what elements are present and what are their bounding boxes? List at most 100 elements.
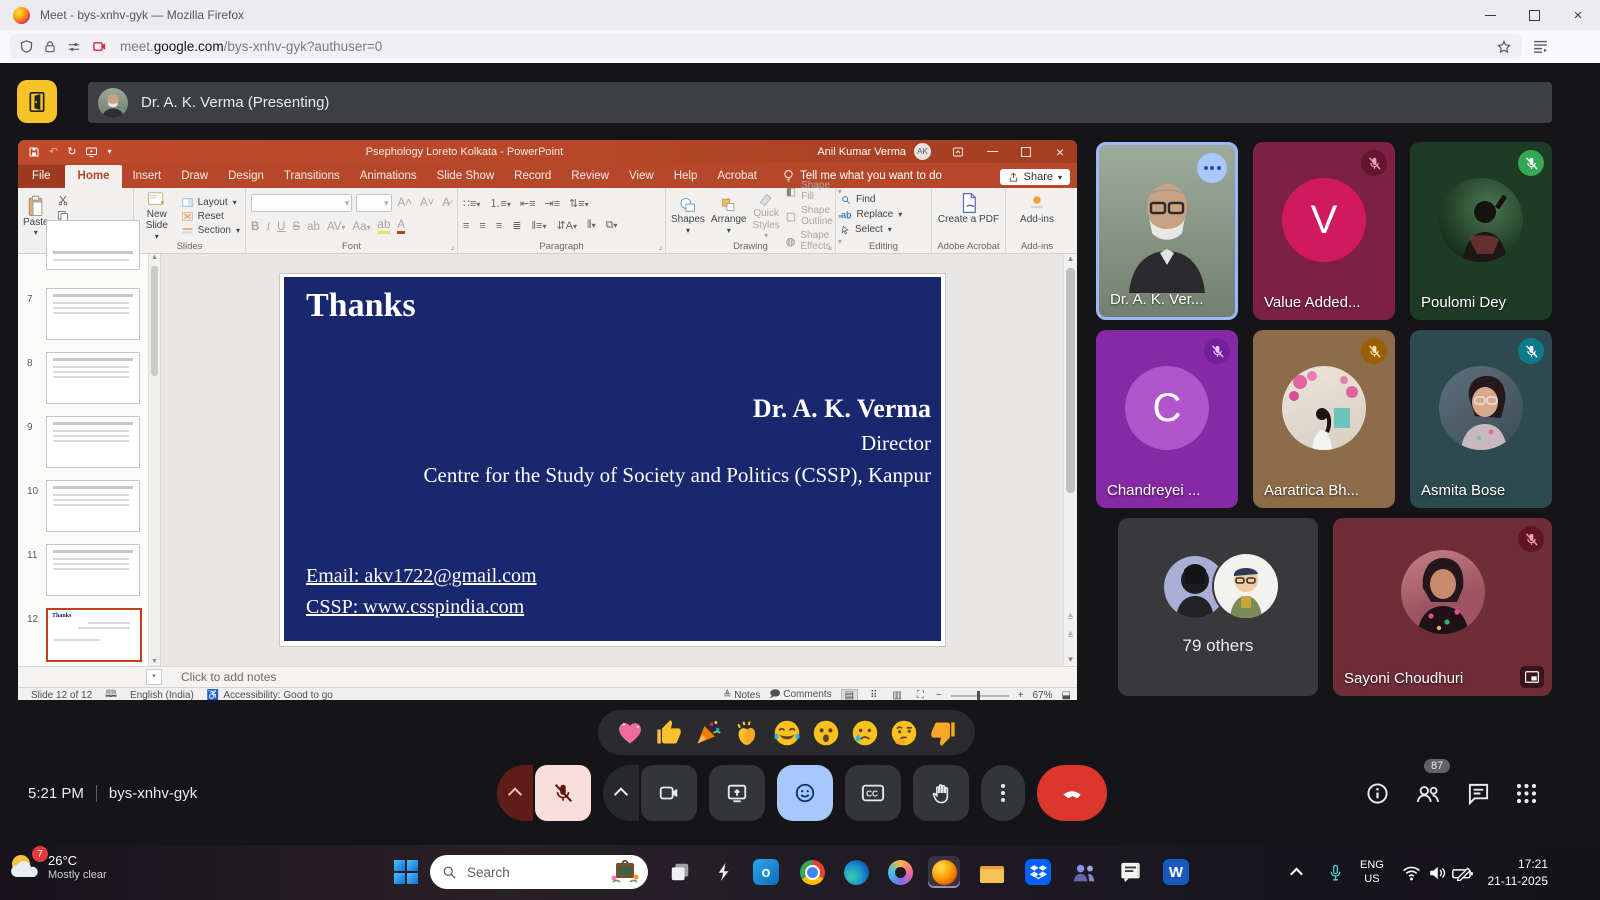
highlight-color-button[interactable]: ab xyxy=(378,219,391,234)
status-slide-number[interactable]: Slide 12 of 12 xyxy=(31,690,92,700)
justify-icon[interactable]: ≣ xyxy=(512,219,521,232)
font-name-select[interactable]: ▾ xyxy=(251,194,352,212)
grow-font-icon[interactable]: A˄ xyxy=(396,197,414,209)
align-text-icon[interactable]: ⫴▾ xyxy=(587,219,596,232)
thumbs-up-reaction-icon[interactable] xyxy=(655,719,683,747)
ppt-notes-bar[interactable]: ▾ Click to add notes xyxy=(18,666,1077,687)
activities-icon[interactable] xyxy=(1516,783,1537,804)
undo-icon[interactable]: ↶ xyxy=(49,145,58,158)
taskbar-app-edge[interactable] xyxy=(840,856,872,888)
next-slide-button[interactable]: ≙ xyxy=(1064,631,1077,640)
create-pdf-button[interactable]: Create a PDF xyxy=(937,192,1000,226)
cry-reaction-icon[interactable] xyxy=(851,719,879,747)
underline-button[interactable]: U xyxy=(277,221,285,233)
fit-slide-icon[interactable]: ⬓ xyxy=(1062,690,1071,700)
taskbar-app-word[interactable]: W xyxy=(1160,856,1192,888)
tab-transitions[interactable]: Transitions xyxy=(274,165,350,188)
window-close-button[interactable]: × xyxy=(1556,0,1600,30)
thumbnail-slide-9[interactable] xyxy=(46,416,140,468)
font-dialog-launcher[interactable]: ⌟ xyxy=(450,242,454,251)
spellcheck-icon[interactable]: 🕮 xyxy=(105,687,117,700)
heart-reaction-icon[interactable] xyxy=(616,719,644,747)
accessibility-icon[interactable]: ♿ xyxy=(207,690,219,700)
url-text[interactable]: meet.google.com/bys-xnhv-gyk?authuser=0 xyxy=(120,39,382,54)
ppt-account-name[interactable]: Anil Kumar Verma xyxy=(817,146,906,158)
zoom-level[interactable]: 67% xyxy=(1033,690,1053,700)
taskbar-app-explorer[interactable] xyxy=(976,856,1008,888)
tab-file[interactable]: File xyxy=(18,165,65,188)
slide-area-scrollbar[interactable]: ▲ ≜ ≙ ▼ xyxy=(1063,254,1077,666)
text-direction-icon[interactable]: ⇵A▾ xyxy=(556,219,577,232)
mic-options-chevron[interactable] xyxy=(497,765,533,821)
raise-hand-button[interactable] xyxy=(913,765,969,821)
quick-styles-button[interactable]: Quick Styles▾ xyxy=(753,191,780,240)
ppt-account-avatar[interactable]: AK xyxy=(914,143,931,160)
bold-button[interactable]: B xyxy=(251,221,259,233)
increase-indent-icon[interactable]: ⇥≡ xyxy=(545,197,561,210)
mic-toggle-button[interactable] xyxy=(535,765,591,821)
thumbnail-slide-8[interactable] xyxy=(46,352,140,404)
share-button[interactable]: Share▾ xyxy=(1000,169,1070,185)
shadow-button[interactable]: ab xyxy=(307,221,320,233)
add-ins-button[interactable]: Add-ins xyxy=(1011,192,1063,226)
ppt-minimize-button[interactable] xyxy=(975,140,1009,163)
permissions-icon[interactable] xyxy=(66,40,82,54)
reset-button[interactable]: Reset xyxy=(182,211,240,222)
redo-icon[interactable]: ↻ xyxy=(67,145,76,158)
slide-thumbnail-panel[interactable]: 7 8 9 10 11 12 Thanks ▲▼ xyxy=(18,254,161,666)
char-spacing-button[interactable]: AV▾ xyxy=(327,221,346,233)
tray-volume-icon[interactable] xyxy=(1428,845,1446,900)
font-color-button[interactable]: A xyxy=(397,219,405,234)
start-slideshow-icon[interactable] xyxy=(85,146,98,158)
present-button[interactable] xyxy=(709,765,765,821)
status-comments-toggle[interactable]: 🗩 Comments xyxy=(769,687,831,700)
taskbar-app-messaging[interactable] xyxy=(1114,856,1146,888)
zoom-in-icon[interactable]: + xyxy=(1018,690,1024,700)
zoom-slider[interactable] xyxy=(951,695,1009,697)
tab-help[interactable]: Help xyxy=(664,165,708,188)
ribbon-display-options-icon[interactable] xyxy=(941,140,975,163)
thumbnail-slide-11[interactable] xyxy=(46,544,140,596)
tile-asmita-bose[interactable]: Asmita Bose xyxy=(1410,330,1552,508)
reading-view-icon[interactable]: ▥ xyxy=(889,690,904,700)
laugh-reaction-icon[interactable] xyxy=(773,719,801,747)
tab-design[interactable]: Design xyxy=(218,165,274,188)
tab-draw[interactable]: Draw xyxy=(171,165,218,188)
window-maximize-button[interactable] xyxy=(1512,0,1556,30)
tab-insert[interactable]: Insert xyxy=(122,165,171,188)
tab-review[interactable]: Review xyxy=(561,165,619,188)
sidebar-toggle-icon[interactable] xyxy=(1532,38,1549,55)
replace-button[interactable]: ab̲Replace▾ xyxy=(841,209,926,220)
tray-battery-pen-icon[interactable] xyxy=(1452,845,1474,900)
strikethrough-button[interactable]: S xyxy=(292,221,300,233)
align-right-icon[interactable]: ≡ xyxy=(496,220,502,232)
tray-wifi-icon[interactable] xyxy=(1402,845,1421,900)
shape-fill-button[interactable]: ◧Shape Fill▾ xyxy=(786,180,842,202)
taskbar-app-lightning[interactable] xyxy=(708,856,740,888)
tab-slideshow[interactable]: Slide Show xyxy=(427,165,505,188)
select-button[interactable]: Select▾ xyxy=(841,224,926,235)
bullets-button[interactable]: ∷≡▾ xyxy=(463,197,480,210)
notes-placeholder[interactable]: Click to add notes xyxy=(181,670,276,684)
taskbar-app-dropbox[interactable] xyxy=(1022,856,1054,888)
paste-button[interactable]: Paste▾ xyxy=(23,195,49,238)
paragraph-dialog-launcher[interactable]: ⌟ xyxy=(658,242,662,251)
bookmark-star-icon[interactable] xyxy=(1496,39,1512,55)
shape-outline-button[interactable]: ▢Shape Outline▾ xyxy=(786,205,842,227)
status-language[interactable]: English (India) xyxy=(130,690,194,700)
notes-splitter-handle[interactable]: ▾ xyxy=(146,669,162,685)
tile-others[interactable]: 79 others xyxy=(1118,518,1318,696)
chat-icon[interactable] xyxy=(1467,782,1490,805)
tile-poulomi-dey[interactable]: Poulomi Dey xyxy=(1410,142,1552,320)
drawing-dialog-launcher[interactable]: ⌟ xyxy=(828,242,832,251)
tray-language-switcher[interactable]: ENGUS xyxy=(1360,845,1384,900)
url-bar[interactable]: meet.google.com/bys-xnhv-gyk?authuser=0 xyxy=(10,34,1522,59)
taskbar-app-copilot[interactable] xyxy=(884,856,916,888)
status-notes-toggle[interactable]: ≜ Notes xyxy=(723,690,760,700)
taskbar-app-teams[interactable] xyxy=(1068,856,1100,888)
tile-sayoni[interactable]: Sayoni Choudhuri xyxy=(1333,518,1552,696)
lock-icon[interactable] xyxy=(43,40,57,54)
save-icon[interactable] xyxy=(28,146,40,158)
columns-icon[interactable]: ‖≡▾ xyxy=(531,220,546,232)
shrink-font-icon[interactable]: A˅ xyxy=(418,197,436,209)
